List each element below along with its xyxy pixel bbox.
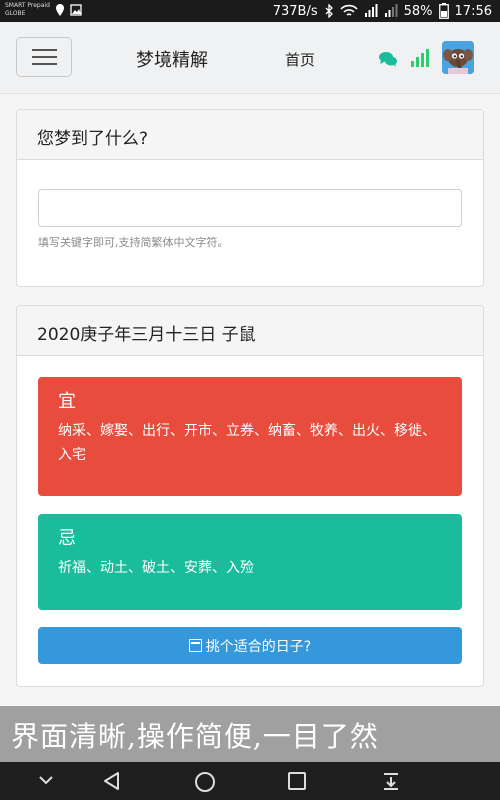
carrier-line2: GLOBE — [5, 10, 26, 17]
notification-pull-icon[interactable] — [381, 771, 401, 791]
bluetooth-icon — [325, 4, 333, 18]
top-navbar: 梦境精解 首页 — [0, 22, 500, 94]
status-right: 737B/s 58% 17:56 — [273, 2, 492, 20]
pick-date-button[interactable]: 挑个适合的日子? — [38, 627, 462, 664]
app-title[interactable]: 梦境精解 — [136, 46, 208, 72]
clock: 17:56 — [454, 3, 492, 19]
ji-title: 忌 — [58, 528, 76, 549]
signal-bars-icon[interactable] — [410, 49, 430, 67]
status-bar: SMART Prepaid GLOBE 737B/s 58% 17:56 — [0, 0, 500, 22]
almanac-panel: 2020庚子年三月十三日 子鼠 宜 纳采、嫁娶、出行、开市、立券、纳畜、牧养、出… — [16, 305, 484, 687]
back-icon[interactable] — [102, 771, 122, 791]
ji-activities: 祈福、动土、破土、安葬、入殓 — [58, 560, 254, 576]
image-icon — [70, 4, 82, 16]
cell-signal-icon-2 — [384, 4, 398, 17]
dream-search-input[interactable] — [38, 189, 462, 227]
pick-date-label: 挑个适合的日子? — [205, 638, 312, 655]
system-nav-bar — [0, 762, 500, 800]
wifi-icon — [340, 4, 358, 16]
home-icon[interactable] — [194, 771, 216, 793]
carrier-line1: SMART Prepaid — [5, 2, 50, 9]
yi-activities: 纳采、嫁娶、出行、开市、立券、纳畜、牧养、出火、移徙、入宅 — [58, 423, 436, 463]
ji-box: 忌 祈福、动土、破土、安葬、入殓 — [38, 514, 462, 610]
search-help-text: 填写关键字即可,支持简繁体中文字符。 — [38, 236, 229, 249]
net-speed: 737B/s — [272, 3, 318, 19]
battery-icon — [438, 3, 449, 19]
calendar-icon — [188, 639, 202, 652]
carrier-label: SMART Prepaid GLOBE — [5, 2, 50, 18]
cell-signal-icon — [364, 4, 378, 17]
dream-search-panel: 您梦到了什么? 填写关键字即可,支持简繁体中文字符。 — [16, 109, 484, 287]
yi-title: 宜 — [58, 391, 76, 412]
menu-toggle-button[interactable] — [16, 37, 72, 77]
promo-banner: 界面清晰,操作简便,一目了然 — [0, 706, 500, 762]
yi-box: 宜 纳采、嫁娶、出行、开市、立券、纳畜、牧养、出火、移徙、入宅 — [38, 377, 462, 496]
battery-percent: 58% — [403, 3, 433, 19]
avatar[interactable] — [442, 41, 474, 74]
chevron-down-icon[interactable] — [38, 771, 54, 791]
location-icon — [56, 4, 64, 16]
elephant-avatar-icon — [442, 41, 474, 74]
chat-icon[interactable] — [378, 51, 398, 67]
almanac-date-heading: 2020庚子年三月十三日 子鼠 — [17, 306, 483, 356]
recents-icon[interactable] — [287, 771, 307, 791]
search-panel-heading: 您梦到了什么? — [17, 110, 483, 160]
home-link[interactable]: 首页 — [285, 49, 315, 70]
promo-banner-text: 界面清晰,操作简便,一目了然 — [11, 720, 379, 753]
